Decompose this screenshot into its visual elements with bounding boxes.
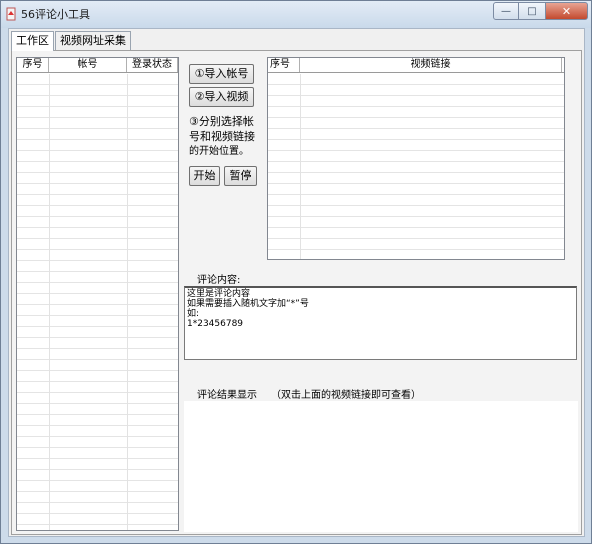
comment-label: 评论内容: [197, 275, 241, 286]
column-header-index[interactable]: 序号 [17, 58, 49, 72]
maximize-button[interactable]: □ [519, 2, 545, 20]
window-title: 56评论小工具 [21, 8, 90, 21]
minimize-icon: — [501, 5, 511, 17]
videos-list[interactable]: 序号 视频链接 [267, 57, 565, 260]
tab-video-url-collect[interactable]: 视频网址采集 [55, 31, 131, 50]
client-area: 工作区 视频网址采集 序号 帐号 登录状态 ①导入帐号 ②导入视频 ③分别选择帐… [8, 28, 585, 537]
results-area[interactable] [184, 401, 578, 532]
minimize-button[interactable]: — [493, 2, 519, 20]
accounts-list[interactable]: 序号 帐号 登录状态 [16, 57, 179, 531]
import-videos-button[interactable]: ②导入视频 [189, 87, 254, 107]
import-accounts-button[interactable]: ①导入帐号 [189, 64, 254, 84]
close-icon: ✕ [561, 4, 572, 18]
tab-strip: 工作区 视频网址采集 [11, 31, 132, 51]
column-header-video-link[interactable]: 视频链接 [300, 58, 562, 72]
comment-textarea[interactable]: 这里是评论内容 如果需要插入随机文字加“*”号 如: 1*23456789 [184, 286, 577, 360]
videos-list-rows [268, 74, 564, 259]
pause-button[interactable]: 暂停 [224, 166, 257, 186]
start-button[interactable]: 开始 [189, 166, 220, 186]
accounts-list-rows [17, 74, 178, 530]
instructions-line-1: ③分别选择帐 [189, 115, 254, 128]
column-header-video-index[interactable]: 序号 [268, 58, 300, 72]
column-header-account[interactable]: 帐号 [49, 58, 127, 72]
title-bar[interactable]: 56评论小工具 — □ ✕ [1, 1, 591, 28]
instructions-line-3: 的开始位置。 [189, 146, 249, 157]
results-hint: （双击上面的视频链接即可查看） [271, 390, 421, 401]
results-label: 评论结果显示 （双击上面的视频链接即可查看） [197, 386, 421, 401]
tab-workspace[interactable]: 工作区 [11, 31, 54, 51]
instructions-text: ③分别选择帐 号和视频链接 的开始位置。 [189, 114, 269, 159]
results-title: 评论结果显示 [197, 390, 257, 401]
column-header-login-status[interactable]: 登录状态 [127, 58, 178, 72]
instructions-line-2: 号和视频链接 [189, 130, 255, 143]
videos-list-header: 序号 视频链接 [268, 58, 564, 73]
close-button[interactable]: ✕ [545, 2, 588, 20]
app-window: 56评论小工具 — □ ✕ 工作区 视频网址采集 序号 帐号 登录状态 ①导入帐… [0, 0, 592, 544]
app-icon [6, 7, 16, 21]
accounts-list-header: 序号 帐号 登录状态 [17, 58, 178, 73]
maximize-icon: □ [527, 5, 537, 17]
workspace-pane: 序号 帐号 登录状态 ①导入帐号 ②导入视频 ③分别选择帐 号和视频链接 的开始… [11, 50, 582, 535]
